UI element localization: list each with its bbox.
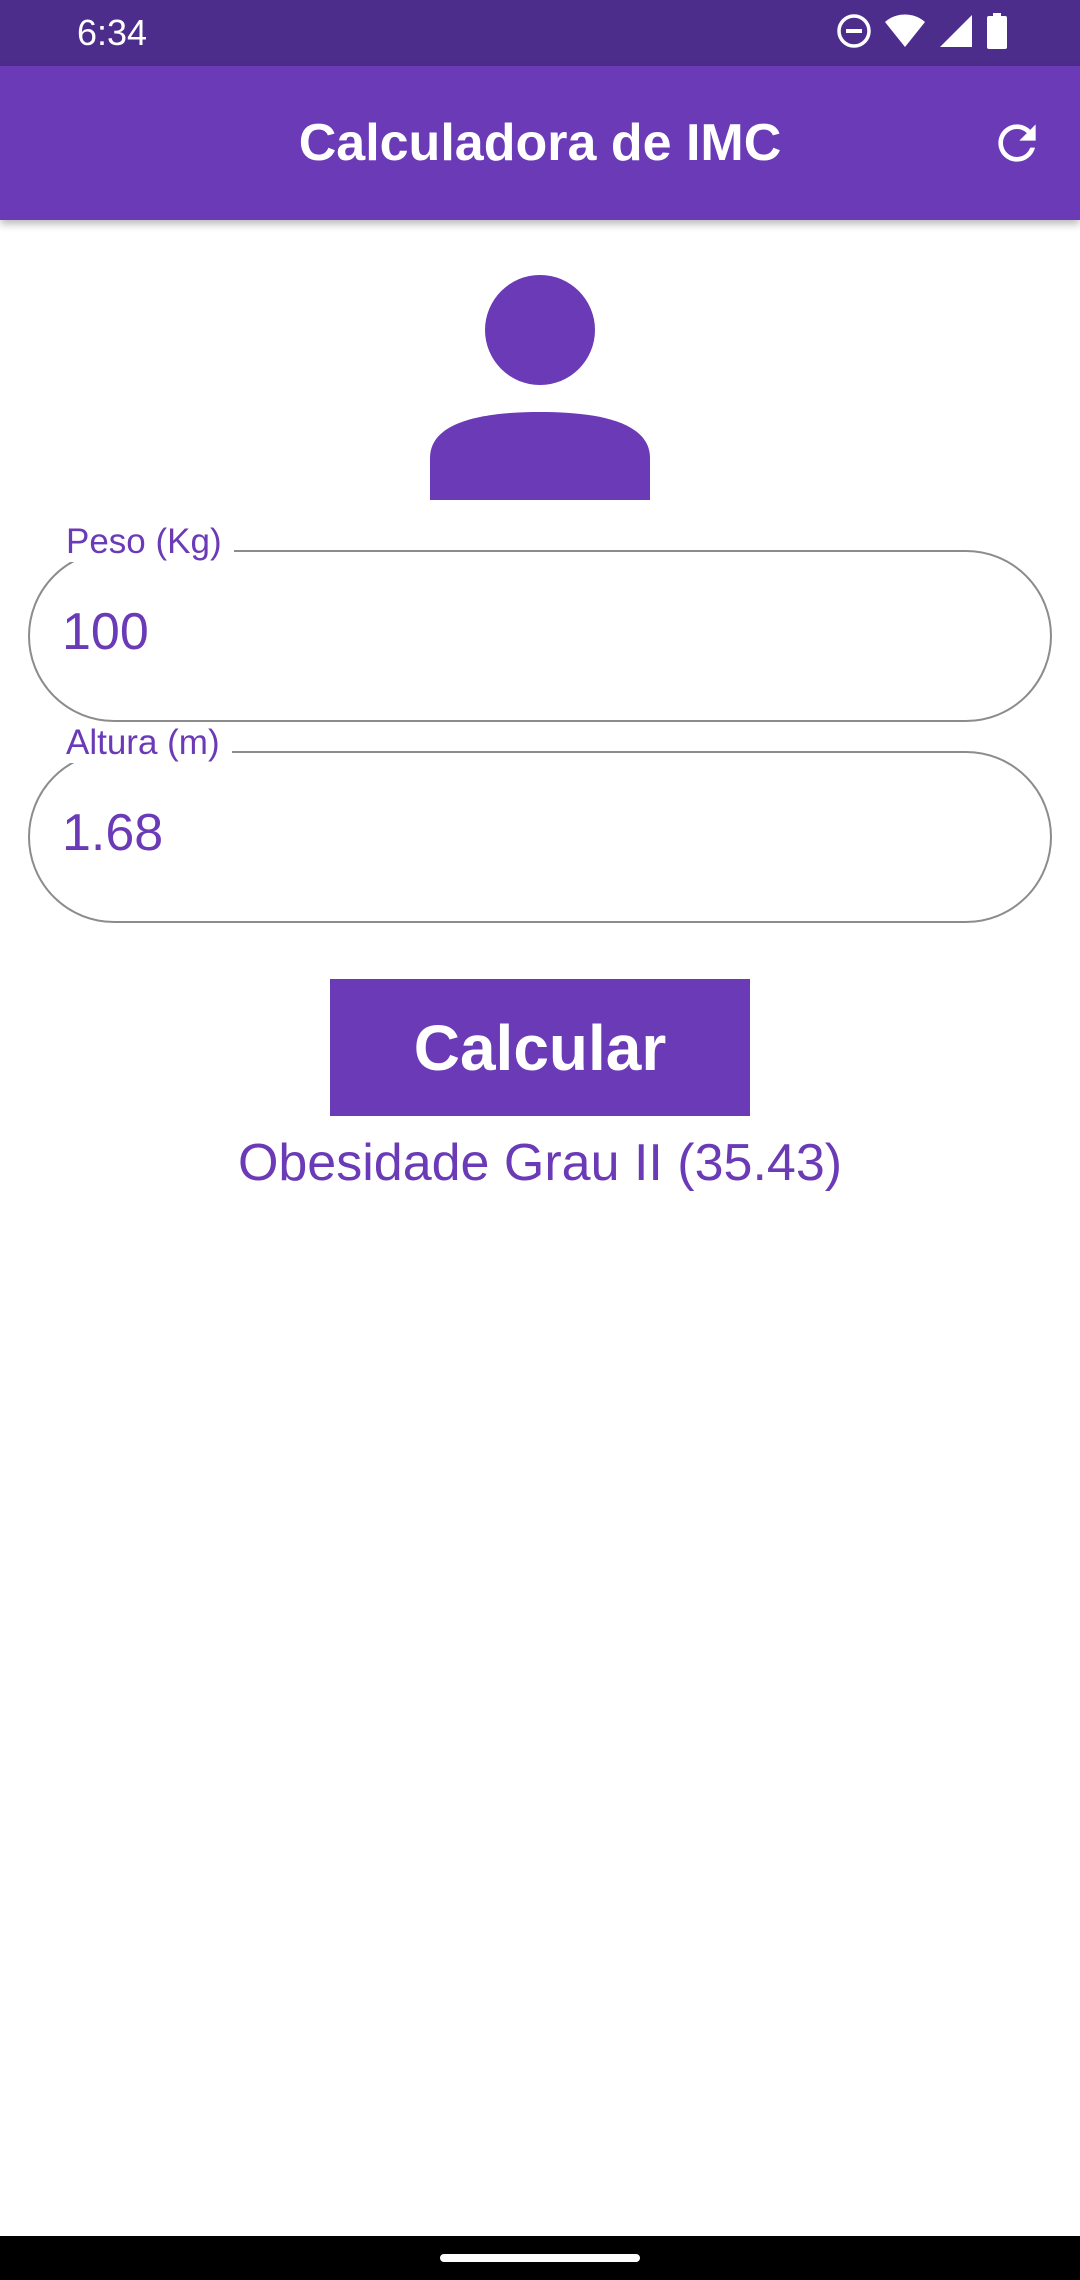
height-field-label: Altura (m) bbox=[54, 723, 232, 763]
weight-field[interactable]: Peso (Kg) bbox=[28, 522, 1052, 722]
navigation-bar bbox=[0, 2236, 1080, 2280]
app-title: Calculadora de IMC bbox=[298, 114, 782, 172]
app-bar: Calculadora de IMC bbox=[0, 66, 1080, 220]
refresh-button[interactable] bbox=[982, 110, 1052, 180]
status-time: 6:34 bbox=[77, 12, 148, 53]
weight-field-label: Peso (Kg) bbox=[54, 522, 234, 562]
result-text: Obesidade Grau II (35.43) bbox=[237, 1134, 843, 1192]
height-input[interactable] bbox=[62, 797, 1002, 869]
do-not-disturb-icon bbox=[836, 13, 872, 54]
refresh-icon bbox=[989, 115, 1045, 176]
calculate-button[interactable]: Calcular bbox=[330, 979, 750, 1116]
wifi-icon bbox=[884, 13, 926, 54]
status-icons bbox=[836, 12, 1008, 54]
person-icon bbox=[424, 268, 656, 500]
battery-icon bbox=[986, 12, 1008, 54]
status-bar: 6:34 bbox=[0, 0, 1080, 66]
height-field[interactable]: Altura (m) bbox=[28, 723, 1052, 923]
home-handle[interactable] bbox=[440, 2254, 640, 2262]
cell-signal-icon bbox=[938, 13, 974, 54]
weight-input[interactable] bbox=[62, 596, 1002, 668]
